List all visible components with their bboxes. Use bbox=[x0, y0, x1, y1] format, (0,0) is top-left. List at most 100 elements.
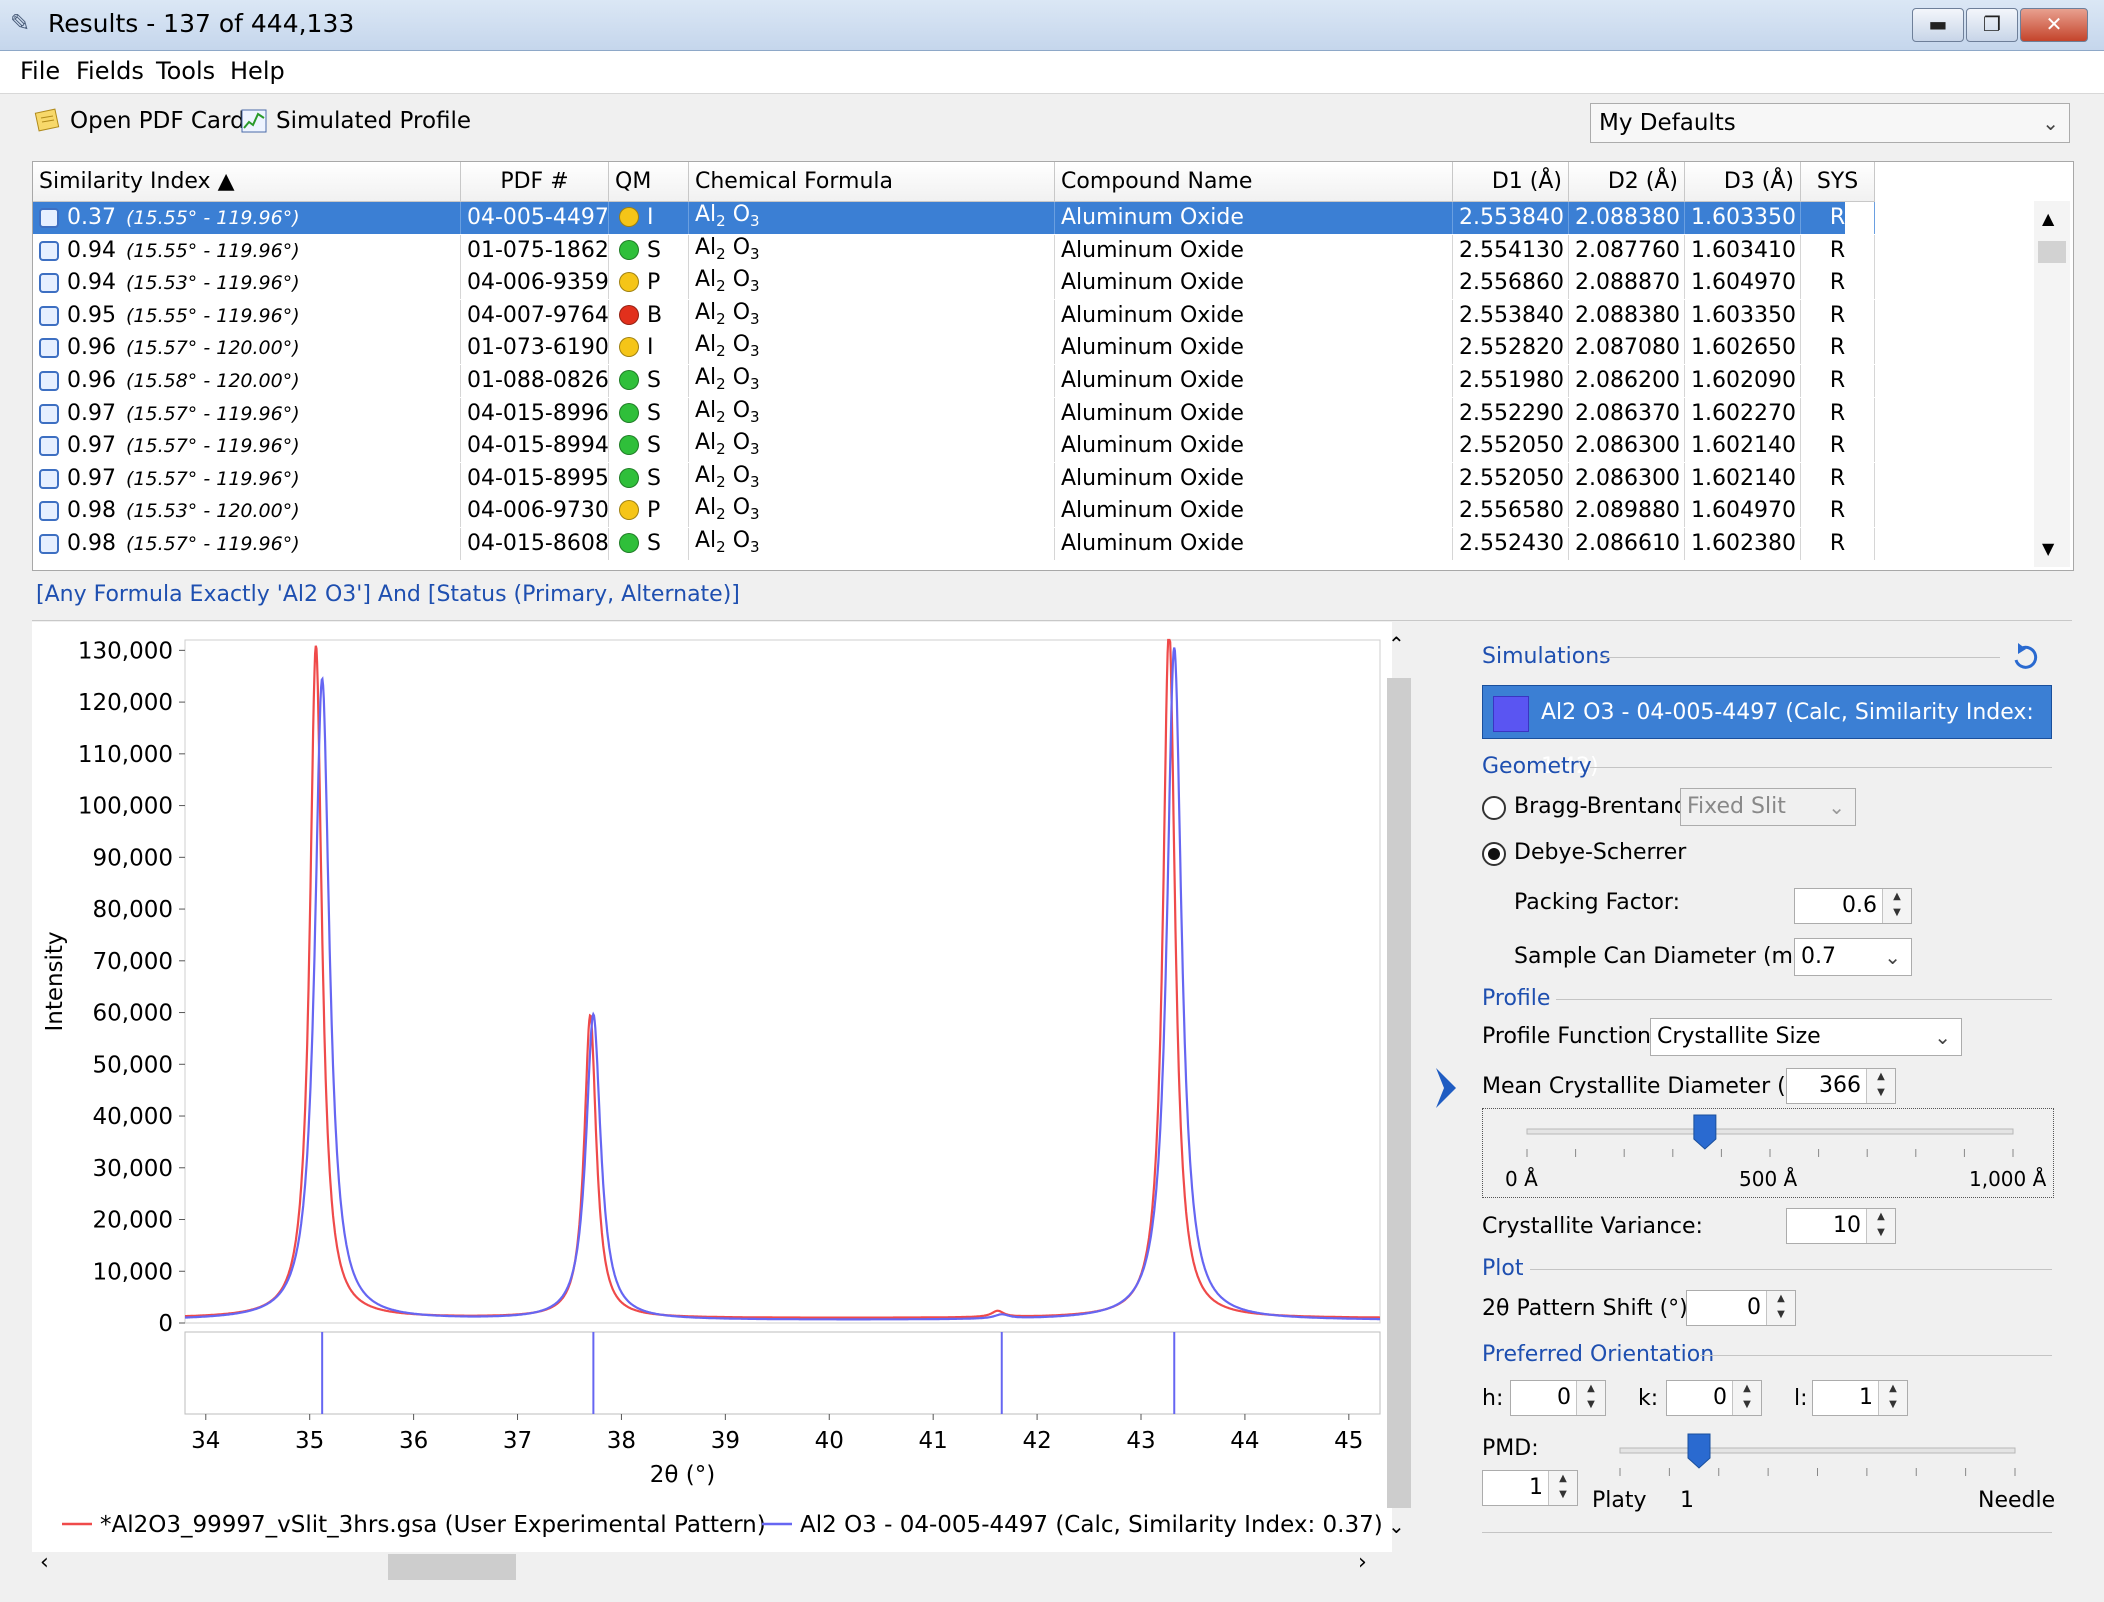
defaults-dropdown[interactable]: My Defaults ⌄ bbox=[1590, 103, 2070, 143]
packing-factor-stepper[interactable]: 0.6 ▲ ▼ bbox=[1794, 888, 1912, 924]
stepper-arrows-icon[interactable]: ▲ ▼ bbox=[1576, 1381, 1605, 1415]
table-row[interactable]: 0.95 (15.55° - 119.96°) 04-007-9764 B Al2 O3… bbox=[33, 299, 1875, 332]
col-header-formula[interactable]: Chemical Formula bbox=[689, 162, 1055, 202]
series-color-swatch[interactable] bbox=[1493, 696, 1529, 732]
maximize-button[interactable]: ❐ bbox=[1966, 8, 2018, 42]
stepper-arrows-icon[interactable]: ▲ ▼ bbox=[1866, 1209, 1895, 1243]
scroll-right-icon[interactable]: › bbox=[1358, 1550, 1367, 1575]
plot-horizontal-scrollbar[interactable]: ‹ › bbox=[32, 1550, 1382, 1582]
geometry-title: Geometry bbox=[1482, 754, 1592, 779]
formula-cell: Al2 O3 bbox=[689, 299, 1055, 332]
table-row[interactable]: 0.97 (15.57° - 119.96°) 04-015-8996 S Al2 O3… bbox=[33, 397, 1875, 430]
col-header-d1[interactable]: D1 (Å) bbox=[1453, 162, 1569, 202]
d2-cell: 2.087760 bbox=[1569, 234, 1685, 267]
y-axis-label: Intensity bbox=[42, 931, 68, 1031]
slider-max-label: 1,000 Å bbox=[1969, 1167, 2047, 1191]
stepper-arrows-icon[interactable]: ▲ ▼ bbox=[1866, 1069, 1895, 1103]
table-row[interactable]: 0.94 (15.55° - 119.96°) 01-075-1862 S Al2 O3… bbox=[33, 234, 1875, 267]
debye-scherrer-radio[interactable] bbox=[1482, 842, 1506, 866]
menu-file[interactable]: File bbox=[20, 57, 60, 85]
bragg-brentano-radio[interactable] bbox=[1482, 796, 1506, 820]
close-button[interactable]: ✕ bbox=[2020, 8, 2088, 42]
scroll-thumb[interactable] bbox=[388, 1554, 516, 1580]
col-header-qm[interactable]: QM bbox=[609, 162, 689, 202]
table-row[interactable]: 0.94 (15.53° - 119.96°) 04-006-9359 P Al2 O3… bbox=[33, 267, 1875, 300]
stepper-arrows-icon[interactable]: ▲ ▼ bbox=[1878, 1381, 1907, 1415]
simulation-item-label: Al2 O3 - 04-005-4497 (Calc, Similarity I… bbox=[1541, 700, 2034, 779]
col-header-similarity[interactable]: Similarity Index ▲ bbox=[33, 162, 461, 202]
col-header-pdf[interactable]: PDF # bbox=[461, 162, 609, 202]
qm-cell: S bbox=[609, 397, 689, 430]
stepper-arrows-icon[interactable]: ▲ ▼ bbox=[1732, 1381, 1761, 1415]
qm-value: P bbox=[647, 270, 661, 296]
simulation-item[interactable]: Al2 O3 - 04-005-4497 (Calc, Similarity I… bbox=[1482, 685, 2052, 779]
h-stepper[interactable]: 0 ▲ ▼ bbox=[1510, 1380, 1606, 1416]
fingerprint-icon bbox=[39, 468, 59, 489]
crystallite-variance-stepper[interactable]: 10 ▲ ▼ bbox=[1786, 1208, 1896, 1244]
table-row[interactable]: 0.96 (15.58° - 120.00°) 01-088-0826 S Al2 O3… bbox=[33, 365, 1875, 397]
pmd-stepper[interactable]: 1 ▲ ▼ bbox=[1482, 1470, 1578, 1506]
k-value: 0 bbox=[1713, 1385, 1727, 1410]
similarity-cell: 0.97 (15.57° - 119.96°) bbox=[33, 462, 461, 495]
table-row[interactable]: 0.37 (15.55° - 119.96°) 04-005-4497 I Al2 O3… bbox=[33, 202, 1875, 234]
d1-cell: 2.553840 bbox=[1453, 299, 1569, 332]
fingerprint-icon bbox=[39, 338, 59, 359]
scroll-down-icon[interactable]: ▼ bbox=[2042, 539, 2054, 558]
plot-vertical-scrollbar[interactable]: ⌃ ⌄ bbox=[1382, 632, 1416, 1542]
table-scrollbar[interactable]: ▲ ▼ bbox=[2034, 201, 2070, 567]
stepper-arrows-icon[interactable]: ▲ ▼ bbox=[1766, 1291, 1795, 1325]
y-tick-label: 70,000 bbox=[93, 949, 173, 975]
table-row[interactable]: 0.97 (15.57° - 119.96°) 04-015-8994 S Al2 O3… bbox=[33, 430, 1875, 463]
pdf-cell: 04-006-9359 bbox=[461, 267, 609, 300]
mean-crystallite-diameter-stepper[interactable]: 366 ▲ ▼ bbox=[1786, 1068, 1896, 1104]
scroll-thumb[interactable] bbox=[1387, 678, 1411, 1508]
expand-panel-icon[interactable] bbox=[1432, 1066, 1460, 1110]
col-header-d3[interactable]: D3 (Å) bbox=[1685, 162, 1801, 202]
col-header-compound[interactable]: Compound Name bbox=[1055, 162, 1453, 202]
profile-function-dropdown[interactable]: Crystallite Size ⌄ bbox=[1650, 1018, 1962, 1056]
scroll-down-icon[interactable]: ⌄ bbox=[1388, 1514, 1405, 1538]
scroll-left-icon[interactable]: ‹ bbox=[40, 1550, 49, 1575]
range-value: (15.57° - 119.96°) bbox=[125, 402, 300, 425]
col-header-sys[interactable]: SYS bbox=[1801, 162, 1875, 202]
table-row[interactable]: 0.98 (15.53° - 120.00°) 04-006-9730 P Al2 O3… bbox=[33, 495, 1875, 528]
stepper-arrows-icon[interactable]: ▲ ▼ bbox=[1882, 889, 1911, 923]
open-pdf-card-button[interactable]: Open PDF Card bbox=[34, 108, 245, 134]
x-tick-label: 38 bbox=[607, 1428, 636, 1454]
col-header-d2[interactable]: D2 (Å) bbox=[1569, 162, 1685, 202]
crystallite-slider-box: 0 Å 500 Å 1,000 Å bbox=[1482, 1108, 2054, 1198]
menu-tools[interactable]: Tools bbox=[156, 57, 215, 85]
qm-cell: S bbox=[609, 528, 689, 560]
scroll-up-icon[interactable]: ▲ bbox=[2042, 209, 2054, 228]
d2-cell: 2.086300 bbox=[1569, 462, 1685, 495]
refresh-icon[interactable] bbox=[2010, 642, 2044, 672]
k-stepper[interactable]: 0 ▲ ▼ bbox=[1666, 1380, 1762, 1416]
table-row[interactable]: 0.96 (15.57° - 120.00°) 01-073-6190 I Al2 O3… bbox=[33, 332, 1875, 365]
menu-help[interactable]: Help bbox=[230, 57, 285, 85]
chevron-down-icon: ⌄ bbox=[2042, 111, 2059, 135]
stepper-arrows-icon[interactable]: ▲ ▼ bbox=[1548, 1471, 1577, 1505]
table-row[interactable]: 0.98 (15.57° - 119.96°) 04-015-8608 S Al2 O3… bbox=[33, 528, 1875, 560]
minimize-button[interactable]: ▬ bbox=[1912, 8, 1964, 42]
l-stepper[interactable]: 1 ▲ ▼ bbox=[1812, 1380, 1908, 1416]
formula-subscript: 2 bbox=[716, 505, 726, 524]
slider-min-label: 0 Å bbox=[1505, 1167, 1538, 1191]
simulated-profile-button[interactable]: Simulated Profile bbox=[240, 108, 471, 134]
similarity-cell: 0.96 (15.58° - 120.00°) bbox=[33, 365, 461, 397]
pmd-slider[interactable] bbox=[1610, 1426, 2030, 1482]
table-row[interactable]: 0.97 (15.57° - 119.96°) 04-015-8995 S Al2 O3… bbox=[33, 462, 1875, 495]
qm-value: S bbox=[647, 531, 661, 556]
slider-thumb[interactable] bbox=[1687, 1433, 1711, 1469]
scroll-thumb[interactable] bbox=[2038, 241, 2066, 263]
sample-can-diameter-dropdown[interactable]: 0.7 ⌄ bbox=[1794, 938, 1912, 976]
formula-element: O bbox=[732, 462, 751, 488]
slider-thumb[interactable] bbox=[1693, 1114, 1717, 1150]
k-label: k: bbox=[1638, 1386, 1659, 1411]
crystallite-variance-label: Crystallite Variance: bbox=[1482, 1214, 1703, 1239]
pdf-cell: 04-006-9730 bbox=[461, 495, 609, 528]
x-tick-label: 36 bbox=[399, 1428, 428, 1454]
scroll-up-icon[interactable]: ⌃ bbox=[1388, 632, 1405, 656]
menu-fields[interactable]: Fields bbox=[76, 57, 144, 85]
pattern-shift-stepper[interactable]: 0 ▲ ▼ bbox=[1686, 1290, 1796, 1326]
defaults-value: My Defaults bbox=[1599, 110, 1736, 136]
